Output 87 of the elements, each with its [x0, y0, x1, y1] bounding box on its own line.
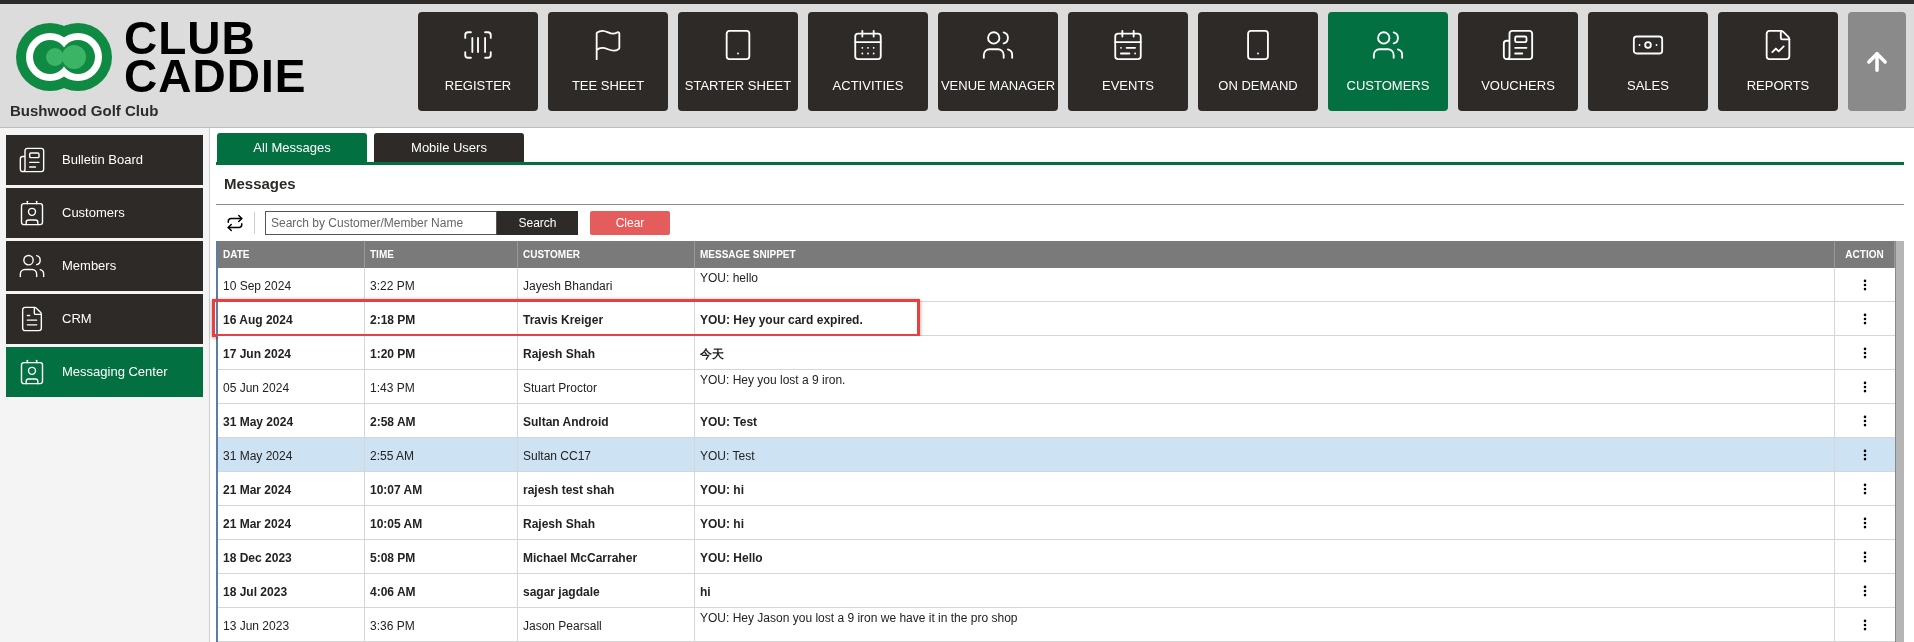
message-snippet: hi: [695, 574, 1835, 607]
table-cell: 4:06 AM: [365, 574, 518, 607]
table-cell: Rajesh Shah: [518, 506, 695, 539]
nav-button[interactable]: STARTER SHEET: [678, 12, 798, 111]
table-cell: 31 May 2024: [218, 438, 365, 471]
nav-button[interactable]: CUSTOMERS: [1328, 12, 1448, 111]
sidebar-item[interactable]: Customers: [6, 188, 203, 238]
message-snippet: YOU: Hey your card expired.: [695, 302, 1835, 335]
table-cell: Travis Kreiger: [518, 302, 695, 335]
tab[interactable]: All Messages: [217, 133, 367, 162]
table-cell: 3:22 PM: [365, 268, 518, 301]
message-snippet: YOU: Hey Jason you lost a 9 iron we have it in the pro shop: [695, 608, 1835, 641]
table-cell: 31 May 2024: [218, 404, 365, 437]
message-snippet: YOU: Test: [695, 404, 1835, 437]
message-snippet: YOU: hi: [695, 506, 1835, 539]
nav-button[interactable]: VENUE MANAGER: [938, 12, 1058, 111]
message-snippet: YOU: Test: [695, 438, 1835, 471]
table-cell: 1:43 PM: [365, 370, 518, 403]
nav-button[interactable]: REPORTS: [1718, 12, 1838, 111]
table-cell: 16 Aug 2024: [218, 302, 365, 335]
table-cell: Jayesh Bhandari: [518, 268, 695, 301]
table-cell: 21 Mar 2024: [218, 472, 365, 505]
table-cell: Stuart Proctor: [518, 370, 695, 403]
table-cell: 2:55 AM: [365, 438, 518, 471]
contact-card-icon: [18, 358, 46, 386]
table-cell: Jason Pearsall: [518, 608, 695, 641]
nav-button[interactable]: EVENTS: [1068, 12, 1188, 111]
logo-text: CADDIE: [124, 57, 307, 95]
sidebar-item[interactable]: Messaging Center: [6, 347, 203, 397]
table-cell: 18 Jul 2023: [218, 574, 365, 607]
table-row[interactable]: 05 Jun 2024 1:43 PM Stuart Proctor YOU: Hey you lost a 9 iron.: [218, 370, 1895, 404]
scroll-up-button[interactable]: [1848, 12, 1906, 111]
table-row[interactable]: 31 May 2024 2:58 AM Sultan Android YOU: Test: [218, 404, 1895, 438]
table-cell: Rajesh Shah: [518, 336, 695, 369]
table-cell: sagar jagdale: [518, 574, 695, 607]
table-cell: 2:58 AM: [365, 404, 518, 437]
table-cell: 3:36 PM: [365, 608, 518, 641]
table-row[interactable]: 18 Jul 2023 4:06 AM sagar jagdale hi: [218, 574, 1895, 608]
table-cell: 5:08 PM: [365, 540, 518, 573]
sidebar-item[interactable]: CRM: [6, 294, 203, 344]
nav-button[interactable]: ACTIVITIES: [808, 12, 928, 111]
calendar-icon: [1111, 27, 1145, 62]
table-cell: 1:20 PM: [365, 336, 518, 369]
table-cell: 10:05 AM: [365, 506, 518, 539]
table-row[interactable]: 17 Jun 2024 1:20 PM Rajesh Shah 今天: [218, 336, 1895, 370]
people-icon: [18, 252, 46, 280]
search-button[interactable]: Search: [497, 211, 578, 235]
message-snippet: YOU: Hello: [695, 540, 1835, 573]
nav-button[interactable]: REGISTER: [418, 12, 538, 111]
message-snippet: YOU: hello: [695, 268, 1835, 301]
newspaper-icon: [1501, 27, 1535, 62]
club-name: Bushwood Golf Club: [10, 101, 160, 121]
table-cell: 2:18 PM: [365, 302, 518, 335]
table-cell: Michael McCarraher: [518, 540, 695, 573]
logo-text: CLUB: [124, 19, 256, 57]
table-cell: 17 Jun 2024: [218, 336, 365, 369]
table-row[interactable]: 13 Jun 2023 3:36 PM Jason Pearsall YOU: Hey Jason you lost a 9 iron we have it in the pro shop: [218, 608, 1895, 642]
table-cell: 05 Jun 2024: [218, 370, 365, 403]
nav-button[interactable]: SALES: [1588, 12, 1708, 111]
table-cell: 18 Dec 2023: [218, 540, 365, 573]
message-snippet: 今天: [695, 336, 1835, 369]
table-row[interactable]: 21 Mar 2024 10:07 AM rajesh test shah YOU: hi: [218, 472, 1895, 506]
search-field[interactable]: Search by Customer/Member Name: [265, 211, 497, 235]
table-row[interactable]: 18 Dec 2023 5:08 PM Michael McCarraher YOU: Hello: [218, 540, 1895, 574]
table-cell: 21 Mar 2024: [218, 506, 365, 539]
nav-button[interactable]: VOUCHERS: [1458, 12, 1578, 111]
sidebar-item[interactable]: Members: [6, 241, 203, 291]
refresh-icon[interactable]: [226, 214, 244, 232]
nav-button[interactable]: ON DEMAND: [1198, 12, 1318, 111]
table-cell: 10:07 AM: [365, 472, 518, 505]
newspaper-icon: [18, 146, 46, 174]
table-cell: Sultan Android: [518, 404, 695, 437]
table-cell: rajesh test shah: [518, 472, 695, 505]
contact-card-icon: [18, 199, 46, 227]
table-cell: 13 Jun 2023: [218, 608, 365, 641]
message-snippet: YOU: hi: [695, 472, 1835, 505]
message-snippet: YOU: Hey you lost a 9 iron.: [695, 370, 1835, 403]
sidebar-item[interactable]: Bulletin Board: [6, 135, 203, 185]
table-cell: 10 Sep 2024: [218, 268, 365, 301]
table-row[interactable]: 21 Mar 2024 10:05 AM Rajesh Shah YOU: hi: [218, 506, 1895, 540]
table-cell: Sultan CC17: [518, 438, 695, 471]
tab[interactable]: Mobile Users: [374, 133, 524, 162]
nav-button[interactable]: TEE SHEET: [548, 12, 668, 111]
panel-title: Messages: [224, 174, 296, 195]
table-row[interactable]: 31 May 2024 2:55 AM Sultan CC17 YOU: Test: [218, 438, 1895, 472]
scrollbar[interactable]: [1895, 241, 1904, 642]
calendar-icon: [851, 27, 885, 62]
